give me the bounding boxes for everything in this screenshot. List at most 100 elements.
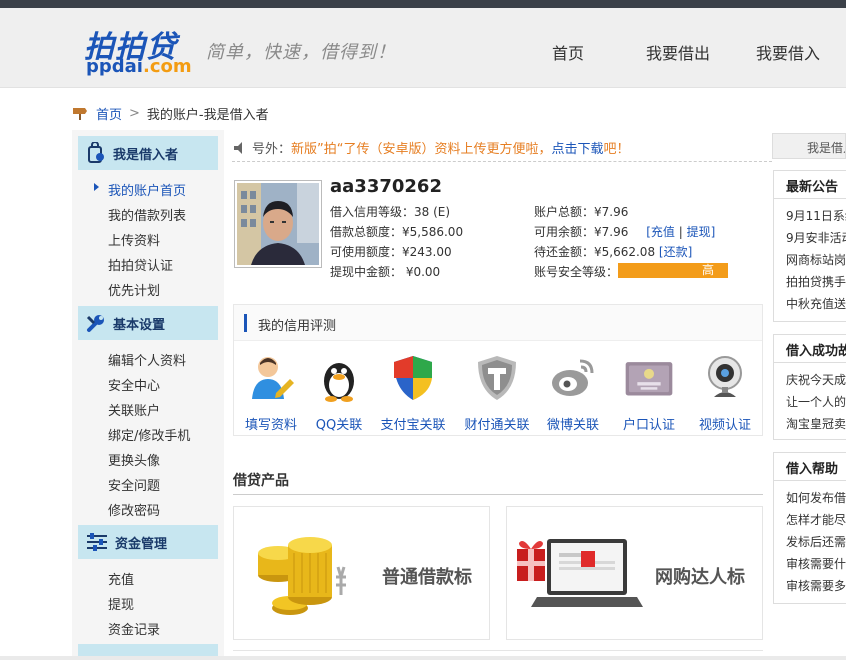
sidebar-item-certify[interactable]: 拍拍贷认证 [108,255,173,274]
announcement-item[interactable]: 网商标站岗活动 [774,249,846,271]
sidebar-item-fund-records[interactable]: 资金记录 [108,619,160,638]
notice-prefix: 号外： [252,142,292,157]
alipay-shield-icon [394,356,432,400]
credit-item-label: QQ关联 [315,418,363,433]
nav-home[interactable]: 首页 [552,40,584,64]
credit-item-hukou[interactable]: 户口认证 [614,353,684,433]
sidebar-item-loan-list[interactable]: 我的借款列表 [108,205,186,224]
username: aa3370262 [330,176,442,197]
loan-total-limit: 借款总额度：¥5,586.00 [330,225,464,239]
top-strip [0,0,846,8]
credit-level: 借入信用等级：38 (E) [330,205,451,219]
product-name: 网购达人标 [655,567,745,588]
credit-item-alipay[interactable]: 支付宝关联 [378,353,448,433]
loan-products-title: 借贷产品 [233,473,289,489]
slogan: 简单，快速，借得到！ [206,42,396,63]
sidebar-item-security-center[interactable]: 安全中心 [108,375,160,394]
success-stories-title: 借入成功故事 [774,335,846,363]
link-divider: | [678,225,683,239]
recharge-link[interactable]: [充值 [646,225,675,239]
breadcrumb-current: 我的账户-我是借入者 [146,107,269,123]
sidebar-section-settings[interactable]: 基本设置 [78,306,218,340]
product-name: 普通借款标 [382,567,472,588]
credit-evaluation-panel: 我的信用评测 填写资料 QQ关联 支付宝关联 财付通关联 微博关联 户口认证 视… [233,304,763,436]
available-balance: 可用余额：¥7.96 [534,225,629,239]
help-item[interactable]: 怎样才能尽快 [774,509,846,531]
wrench-icon [86,315,104,332]
sidebar-item-bind-phone[interactable]: 绑定/修改手机 [108,425,190,444]
signpost-icon [73,108,87,120]
available-balance-row: 可用余额：¥7.96 [充值 | 提现] [534,223,715,240]
credit-item-tenpay[interactable]: 财付通关联 [462,353,532,433]
avatar[interactable] [234,180,322,268]
phone-bag-icon [88,142,104,163]
security-level-value: 高 [701,263,714,277]
sidebar-section-title: 资金管理 [115,536,168,552]
sidebar-item-account-home[interactable]: 我的账户首页 [94,180,186,199]
help-item[interactable]: 发标后还需要 [774,531,846,553]
sliders-icon [87,533,107,551]
notice-download-link[interactable]: 点击下载 [552,138,604,157]
right-role-tab[interactable]: 我是借入者 [772,133,846,159]
sidebar-section-funds[interactable]: 资金管理 [78,525,218,559]
story-item[interactable]: 淘宝皇冠卖家 [774,413,846,435]
story-item[interactable]: 庆祝今天成功 [774,369,846,391]
announcement-item[interactable]: 中秋充值送好礼 [774,293,846,315]
withdraw-link[interactable]: 提现] [687,225,716,239]
help-item[interactable]: 如何发布借款 [774,487,846,509]
breadcrumb-home[interactable]: 首页 [96,104,122,123]
credit-item-label: 户口认证 [622,418,675,433]
product-normal-loan[interactable]: 普通借款标 [233,506,490,640]
sidebar-section-borrower[interactable]: 我是借入者 [78,136,218,170]
sidebar: 我是借入者 我的账户首页 我的借款列表 上传资料 拍拍贷认证 优先计划 基本设置… [72,130,224,660]
sidebar-item-change-avatar[interactable]: 更换头像 [108,450,160,469]
credit-header-accent [244,314,247,332]
credit-item-label: 微博关联 [546,418,599,433]
nav-lend[interactable]: 我要借出 [646,40,710,64]
sidebar-section-title: 基本设置 [113,317,166,333]
balance-total: 账户总额：¥7.96 [534,205,629,219]
loan-products-divider [233,494,763,495]
help-item[interactable]: 审核需要多久 [774,575,846,597]
announcement-item[interactable]: 9月安非活动公告 [774,227,846,249]
help-item[interactable]: 审核需要什么 [774,553,846,575]
notice-bar: 号外： 新版”拍“了传（安卓版）资料上传更方便啦， 点击下载 吧！ [232,134,772,162]
laptop-gift-icon [517,539,643,607]
product-online-shopper-loan[interactable]: 网购达人标 [506,506,763,640]
repay-row: 待还金额：¥5,662.08 [还款] [534,243,692,260]
announcement-item[interactable]: 9月11日系统维护公告 [774,205,846,227]
story-item[interactable]: 让一个人的梦想 [774,391,846,413]
breadcrumb-separator: > [129,105,140,121]
credit-item-label: 视频认证 [698,418,751,433]
breadcrumb: 首页 > 我的账户-我是借入者 [72,104,269,123]
logo-domain[interactable]: ppdai.com [86,56,192,77]
sidebar-item-edit-profile[interactable]: 编辑个人资料 [108,350,186,369]
sidebar-item-priority[interactable]: 优先计划 [108,280,160,299]
security-label: 账号安全等级： [534,265,619,279]
sidebar-item-withdraw[interactable]: 提现 [108,594,134,613]
weibo-icon [552,359,594,396]
nav-borrow[interactable]: 我要借入 [756,40,820,64]
borrow-help-title: 借入帮助 [774,453,846,481]
withdrawing-amount: 提现中金额： ¥0.00 [330,265,441,279]
sidebar-item-recharge[interactable]: 充值 [108,569,134,588]
sidebar-item-linked-accounts[interactable]: 关联账户 [108,400,160,419]
credit-item-video[interactable]: 视频认证 [690,353,760,433]
credit-item-qq[interactable]: QQ关联 [304,353,374,433]
security-level-bar: 高 [618,263,728,278]
sidebar-item-upload[interactable]: 上传资料 [108,230,160,249]
logo-domain-suffix: .com [142,56,192,77]
credit-item-fill-info[interactable]: 填写资料 [236,353,306,433]
tenpay-shield-icon [478,356,516,400]
announcement-item[interactable]: 拍拍贷携手合作 [774,271,846,293]
page-bottom-edge [0,656,846,660]
borrow-help-box: 借入帮助 如何发布借款 怎样才能尽快 发标后还需要 审核需要什么 审核需要多久 [773,452,846,604]
repay-link[interactable]: [还款] [659,245,692,259]
avatar-photo [237,183,319,265]
sidebar-item-security-question[interactable]: 安全问题 [108,475,160,494]
credit-item-weibo[interactable]: 微博关联 [538,353,608,433]
notice-text: 新版”拍“了传（安卓版）资料上传更方便啦， [291,142,552,157]
notice-suffix: 吧！ [603,142,630,157]
sidebar-item-change-password[interactable]: 修改密码 [108,500,160,519]
site-header: 拍拍贷 ppdai.com 简单，快速，借得到！ 首页 我要借出 我要借入 [0,8,846,88]
